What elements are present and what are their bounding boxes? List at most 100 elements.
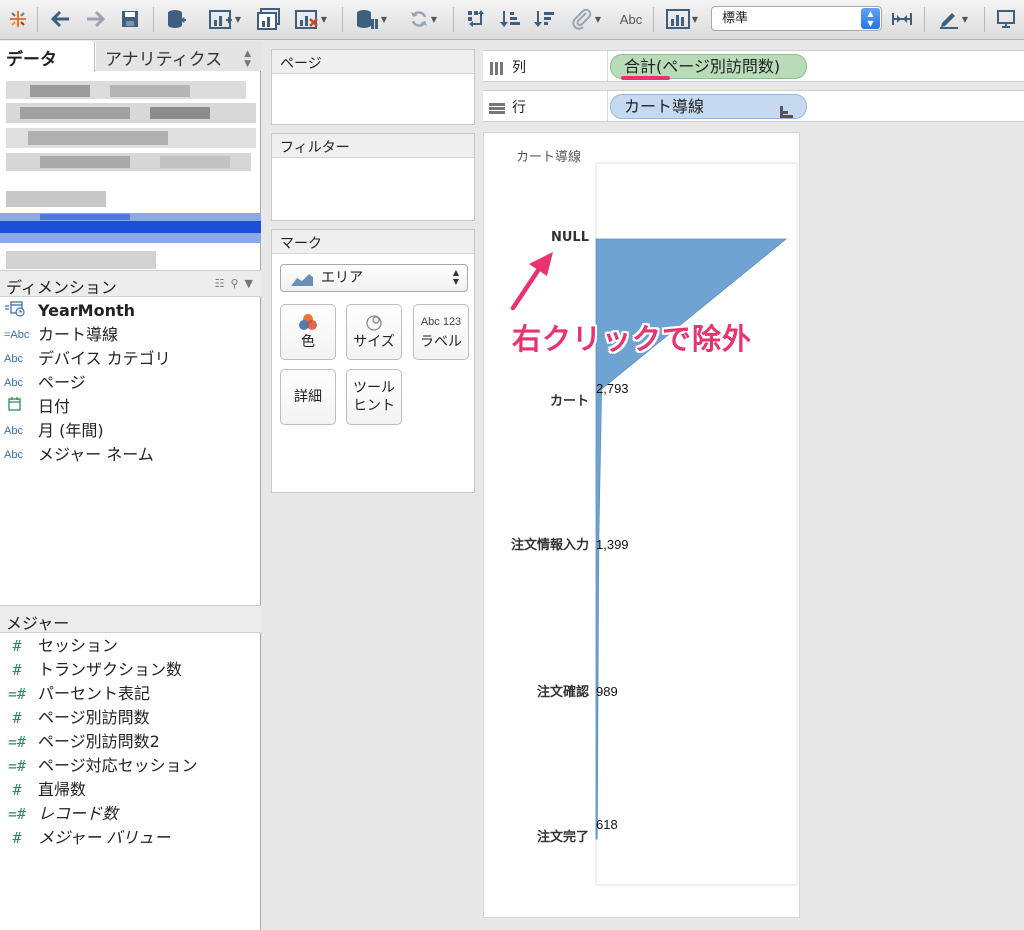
string-icon: Abc [4, 425, 23, 437]
back-icon[interactable] [48, 6, 74, 32]
toolbar-separator [153, 7, 154, 32]
label-button[interactable]: Abc 123 ラベル [413, 304, 469, 360]
save-icon[interactable] [117, 6, 143, 32]
dimension-item[interactable]: =Abc カート導線 [0, 323, 261, 347]
dimension-item[interactable]: YearMonth [0, 299, 261, 323]
chevron-down-icon[interactable]: ▼ [245, 277, 253, 290]
pause-updates-icon[interactable]: ▼ [350, 6, 392, 32]
fit-dropdown-value: 標準 [722, 11, 749, 26]
dimension-name: デバイス カテゴリ [38, 349, 171, 368]
toolbar-separator [342, 7, 343, 32]
tab-data[interactable]: データ [0, 41, 95, 72]
fix-axes-icon[interactable] [888, 6, 916, 32]
measure-item[interactable]: =# レコード数 [0, 802, 261, 826]
measure-item[interactable]: # メジャー バリュー [0, 826, 261, 850]
measures-header: メジャー [0, 605, 261, 633]
tooltip-button[interactable]: ツール ヒント [346, 369, 402, 425]
shelf-divider [607, 51, 608, 81]
calc-number-icon: =# [7, 685, 27, 703]
columns-shelf[interactable]: 列 合計(ページ別訪問数) [483, 50, 1024, 82]
string-icon: Abc [4, 377, 23, 389]
dimension-item[interactable]: Abc デバイス カテゴリ [0, 347, 261, 371]
refresh-icon[interactable]: ▼ [402, 6, 444, 32]
tab-analytics[interactable]: アナリティクス ▲ ▼ [96, 41, 261, 71]
fit-dropdown[interactable]: 標準 ▲ ▼ [711, 6, 882, 31]
measure-name: ページ別訪問数 [38, 708, 150, 727]
presentation-icon[interactable] [994, 6, 1018, 32]
dimension-item[interactable]: Abc 月 (年間) [0, 419, 261, 443]
measure-item[interactable]: =# ページ対応セッション [0, 754, 261, 778]
category-label[interactable]: 注文確認 [537, 684, 589, 700]
dimensions-header-label: ディメンション [6, 278, 117, 297]
measure-item[interactable]: =# ページ別訪問数2 [0, 730, 261, 754]
measure-name: メジャー バリュー [38, 828, 171, 847]
number-icon: # [12, 661, 22, 679]
marks-card-title: マーク [272, 230, 474, 254]
columns-icon [489, 60, 505, 79]
measure-item[interactable]: # トランザクション数 [0, 658, 261, 682]
measures-list: # セッション # トランザクション数 =# パーセント表記 # ページ別訪問数 =# ページ別訪… [0, 634, 261, 850]
calc-number-icon: =# [7, 805, 27, 823]
new-worksheet-icon[interactable]: ▼ [204, 6, 246, 32]
category-label[interactable]: NULL [551, 230, 589, 245]
toolbar-separator [653, 7, 654, 32]
toolbar-separator [37, 7, 38, 32]
duplicate-sheet-icon[interactable] [256, 6, 282, 32]
new-datasource-icon[interactable] [163, 6, 189, 32]
mark-type-value: エリア [321, 270, 363, 286]
rows-shelf[interactable]: 行 カート導線 [483, 90, 1024, 122]
label-icon: Abc 123 [420, 315, 462, 328]
search-icon[interactable]: ⚲ [230, 277, 238, 290]
rows-icon [489, 100, 505, 119]
sort-descending-icon[interactable] [530, 6, 558, 32]
area-chart-icon [290, 270, 314, 296]
chevron-updown-icon: ▲ ▼ [452, 268, 459, 286]
category-label[interactable]: カート [550, 394, 589, 409]
clear-sheet-icon[interactable]: ▼ [290, 6, 332, 32]
category-label[interactable]: 注文情報入力 [511, 537, 589, 553]
dimension-item[interactable]: Abc ページ [0, 371, 261, 395]
view-list-icon[interactable]: ☷ [215, 277, 225, 290]
updown-icon: ▲ ▼ [244, 49, 251, 69]
format-icon[interactable]: ▼ [932, 6, 974, 32]
data-pane-tabs: データ アナリティクス ▲ ▼ [0, 41, 261, 72]
measure-name: ページ別訪問数2 [38, 732, 160, 751]
pages-card[interactable]: ページ [271, 49, 475, 125]
show-me-icon[interactable]: ▼ [660, 6, 704, 32]
forward-icon[interactable] [82, 6, 108, 32]
measure-item[interactable]: # セッション [0, 634, 261, 658]
dimension-item[interactable]: Abc メジャー ネーム [0, 443, 261, 467]
size-button[interactable]: サイズ [346, 304, 402, 360]
toolbar-separator [924, 7, 925, 32]
rows-pill[interactable]: カート導線 [610, 94, 807, 119]
color-button[interactable]: 色 [280, 304, 336, 360]
text-label-icon[interactable]: Abc [612, 6, 650, 32]
detail-button[interactable]: 詳細 [280, 369, 336, 425]
swap-icon[interactable] [462, 6, 490, 32]
tableau-logo-icon[interactable] [6, 6, 30, 32]
color-button-label: 色 [301, 334, 315, 350]
data-point [598, 538, 600, 540]
number-icon: # [12, 637, 22, 655]
dimension-item[interactable]: 日付 [0, 395, 261, 419]
datasource-list-blurred[interactable] [0, 73, 261, 301]
calc-string-icon: =Abc [4, 329, 30, 341]
calc-number-icon: =# [7, 757, 27, 775]
calc-number-icon: =# [7, 733, 27, 751]
sort-ascending-icon[interactable] [496, 6, 524, 32]
measure-item[interactable]: # 直帰数 [0, 778, 261, 802]
marks-card: マーク エリア ▲ ▼ 色 サイズ Abc 123 ラベル 詳細 ツール ヒント [271, 229, 475, 493]
highlight-icon[interactable]: ▼ [564, 6, 608, 32]
filters-card-title: フィルター [272, 134, 474, 158]
chevron-updown-icon: ▲ ▼ [861, 8, 880, 29]
dimension-name: 月 (年間) [38, 421, 104, 440]
number-icon: # [12, 781, 22, 799]
filters-card[interactable]: フィルター [271, 133, 475, 221]
mark-type-dropdown[interactable]: エリア ▲ ▼ [280, 264, 468, 292]
measure-item[interactable]: =# パーセント表記 [0, 682, 261, 706]
data-point [601, 388, 603, 390]
date-calc-icon [4, 299, 32, 326]
value-label: 989 [596, 684, 618, 699]
measure-item[interactable]: # ページ別訪問数 [0, 706, 261, 730]
category-label[interactable]: 注文完了 [537, 829, 589, 845]
